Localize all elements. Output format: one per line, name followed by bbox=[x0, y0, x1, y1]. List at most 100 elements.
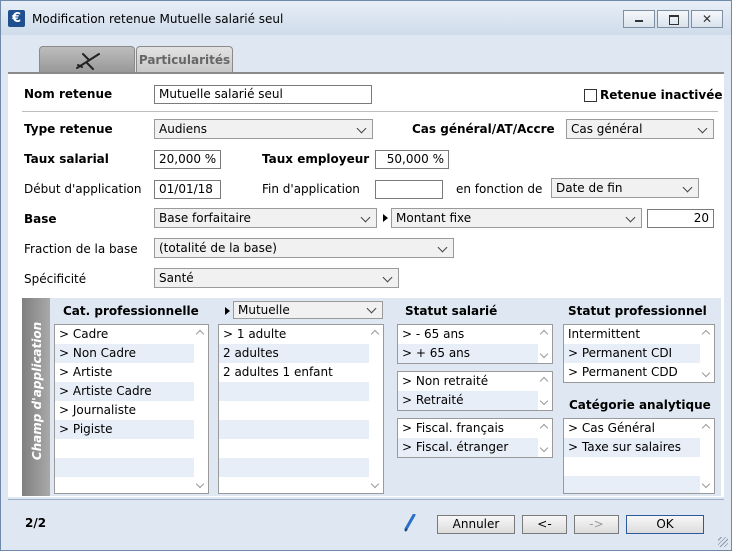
scrollbar[interactable] bbox=[700, 325, 714, 382]
ok-button[interactable]: OK bbox=[626, 515, 704, 534]
scroll-down-icon[interactable] bbox=[370, 479, 380, 489]
scroll-down-icon[interactable] bbox=[539, 349, 549, 359]
debut-application-input[interactable]: 01/01/18 bbox=[154, 180, 221, 199]
list-item[interactable]: > Retraité bbox=[398, 391, 538, 410]
categorie-analytique-list[interactable]: > Cas Général > Taxe sur salaires bbox=[563, 418, 715, 494]
list-item bbox=[219, 458, 369, 477]
fraction-base-label: Fraction de la base bbox=[24, 242, 138, 256]
montant-select[interactable]: Montant fixe bbox=[391, 208, 642, 228]
page-indicator: 2/2 bbox=[25, 516, 47, 530]
scroll-down-icon[interactable] bbox=[701, 368, 711, 378]
previous-button[interactable]: <- bbox=[522, 515, 567, 534]
minimize-button[interactable] bbox=[623, 10, 655, 28]
tab-general[interactable] bbox=[39, 46, 135, 73]
list-item[interactable]: > Artiste bbox=[55, 363, 194, 382]
mutuelle-select[interactable]: Mutuelle bbox=[233, 301, 383, 319]
list-item[interactable]: > Permanent CDI bbox=[564, 344, 700, 363]
list-item[interactable]: > Fiscal. français bbox=[398, 419, 538, 438]
scrollbar[interactable] bbox=[700, 419, 714, 493]
scrollbar[interactable] bbox=[538, 372, 552, 410]
retraite-list[interactable]: > Non retraité > Retraité bbox=[397, 371, 553, 411]
taux-employeur-input[interactable]: 50,000 % bbox=[375, 150, 449, 169]
nom-retenue-label: Nom retenue bbox=[24, 87, 113, 101]
list-item[interactable]: > Non retraité bbox=[398, 372, 538, 391]
scroll-down-icon[interactable] bbox=[701, 479, 711, 489]
list-item[interactable]: > Journaliste bbox=[55, 401, 194, 420]
window-controls: ✕ bbox=[623, 10, 723, 28]
debut-application-label: Début d'application bbox=[24, 182, 142, 196]
scrollbar[interactable] bbox=[369, 325, 383, 493]
list-item[interactable]: > 1 adulte bbox=[219, 325, 369, 344]
pen-icon[interactable] bbox=[403, 514, 417, 532]
fin-application-input[interactable] bbox=[375, 180, 443, 199]
cat-pro-list[interactable]: > Cadre > Non Cadre > Artiste > Artiste Cad… bbox=[54, 324, 209, 494]
scroll-up-icon[interactable] bbox=[539, 423, 549, 433]
list-item bbox=[219, 439, 369, 458]
scrollbar[interactable] bbox=[194, 325, 208, 493]
resize-grip-icon[interactable] bbox=[718, 537, 728, 547]
dialog-window: € Modification retenue Mutuelle salarié … bbox=[0, 0, 732, 551]
list-item[interactable]: > Taxe sur salaires bbox=[564, 438, 700, 457]
scroll-up-icon[interactable] bbox=[370, 329, 380, 339]
title-bar[interactable]: € Modification retenue Mutuelle salarié … bbox=[1, 1, 731, 35]
arrow-right-icon bbox=[225, 307, 230, 315]
taux-salarial-input[interactable]: 20,000 % bbox=[154, 150, 221, 169]
list-item bbox=[219, 420, 369, 439]
type-retenue-value: Audiens bbox=[159, 122, 208, 136]
age-list[interactable]: > - 65 ans > + 65 ans bbox=[397, 324, 553, 364]
base-select[interactable]: Base forfaitaire bbox=[154, 208, 377, 228]
tab-particularites[interactable]: Particularités bbox=[136, 46, 233, 73]
list-item[interactable]: > Non Cadre bbox=[55, 344, 194, 363]
base-label: Base bbox=[24, 212, 57, 226]
type-retenue-label: Type retenue bbox=[24, 122, 113, 136]
en-fonction-value: Date de fin bbox=[556, 181, 623, 195]
list-item bbox=[564, 476, 700, 493]
nom-retenue-input[interactable]: Mutuelle salarié seul bbox=[154, 85, 372, 104]
list-item[interactable]: Intermittent bbox=[564, 325, 700, 344]
list-item[interactable]: 2 adultes bbox=[219, 344, 369, 363]
scroll-down-icon[interactable] bbox=[195, 479, 205, 489]
en-fonction-label: en fonction de bbox=[456, 182, 543, 196]
maximize-button[interactable] bbox=[657, 10, 689, 28]
montant-input[interactable]: 20 bbox=[647, 209, 714, 228]
type-retenue-select[interactable]: Audiens bbox=[154, 119, 373, 139]
list-item[interactable]: > Permanent CDD bbox=[564, 363, 700, 382]
next-button[interactable]: -> bbox=[574, 515, 619, 534]
close-button[interactable]: ✕ bbox=[691, 10, 723, 28]
categorie-analytique-header: Catégorie analytique bbox=[569, 398, 711, 412]
fin-application-label: Fin d'application bbox=[262, 182, 360, 196]
champ-application-label: Champ d'application bbox=[30, 321, 44, 461]
fiscal-list[interactable]: > Fiscal. français > Fiscal. étranger bbox=[397, 418, 553, 458]
scrollbar[interactable] bbox=[538, 419, 552, 457]
list-item[interactable]: 2 adultes 1 enfant bbox=[219, 363, 369, 382]
scroll-down-icon[interactable] bbox=[539, 396, 549, 406]
list-item[interactable]: > + 65 ans bbox=[398, 344, 538, 363]
list-item[interactable]: > Cadre bbox=[55, 325, 194, 344]
list-item[interactable]: > Fiscal. étranger bbox=[398, 438, 538, 457]
list-item[interactable]: > Cas Général bbox=[564, 419, 700, 438]
scroll-up-icon[interactable] bbox=[539, 329, 549, 339]
scrollbar[interactable] bbox=[538, 325, 552, 363]
mutuelle-list[interactable]: > 1 adulte 2 adultes 2 adultes 1 enfant bbox=[218, 324, 384, 494]
list-item[interactable]: > Pigiste bbox=[55, 420, 194, 439]
scroll-up-icon[interactable] bbox=[539, 376, 549, 386]
fraction-base-select[interactable]: (totalité de la base) bbox=[154, 238, 454, 258]
en-fonction-select[interactable]: Date de fin bbox=[551, 178, 699, 198]
taux-employeur-label: Taux employeur bbox=[262, 152, 370, 166]
chevron-down-icon bbox=[382, 272, 393, 283]
cas-general-select[interactable]: Cas général bbox=[566, 119, 714, 139]
scroll-up-icon[interactable] bbox=[701, 423, 711, 433]
scroll-up-icon[interactable] bbox=[701, 329, 711, 339]
statut-pro-list[interactable]: Intermittent > Permanent CDI > Permanent C… bbox=[563, 324, 715, 383]
list-item[interactable]: > - 65 ans bbox=[398, 325, 538, 344]
specificite-select[interactable]: Santé bbox=[154, 268, 399, 288]
scroll-down-icon[interactable] bbox=[539, 443, 549, 453]
retenue-inactivee-checkbox[interactable] bbox=[584, 89, 597, 102]
scroll-up-icon[interactable] bbox=[195, 329, 205, 339]
form-panel: Nom retenue Mutuelle salarié seul Retenu… bbox=[8, 72, 724, 497]
list-item bbox=[219, 401, 369, 420]
euro-app-icon: € bbox=[8, 10, 25, 27]
list-item[interactable]: > Artiste Cadre bbox=[55, 382, 194, 401]
annuler-button[interactable]: Annuler bbox=[437, 515, 515, 534]
list-item bbox=[55, 439, 194, 458]
